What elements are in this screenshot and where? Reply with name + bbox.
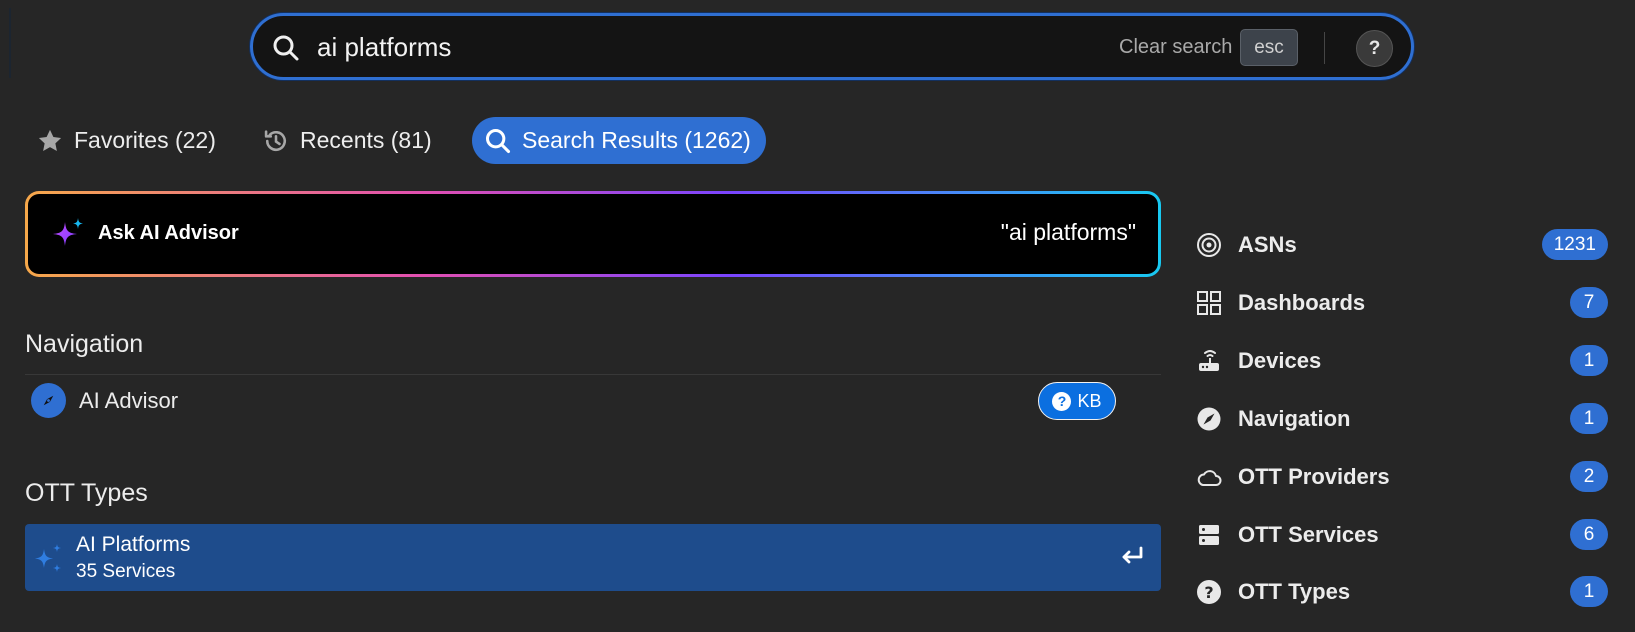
compass-icon bbox=[1197, 407, 1221, 431]
search-icon bbox=[485, 128, 511, 153]
facet-label: OTT Providers bbox=[1238, 464, 1390, 489]
compass-icon bbox=[31, 383, 66, 418]
facet-asns[interactable]: ASNs 1231 bbox=[1196, 222, 1608, 266]
router-icon bbox=[1199, 350, 1219, 371]
facet-dashboards[interactable]: Dashboards 7 bbox=[1196, 280, 1608, 324]
facet-count-badge: 1231 bbox=[1541, 229, 1608, 260]
facet-count-badge: 1 bbox=[1570, 345, 1608, 376]
tab-recents[interactable]: Recents (81) bbox=[256, 117, 456, 164]
ask-ai-advisor-label: Ask AI Advisor bbox=[98, 222, 239, 244]
facet-label: Navigation bbox=[1238, 406, 1351, 431]
section-title-navigation: Navigation bbox=[25, 330, 144, 358]
facet-count-badge: 7 bbox=[1570, 287, 1608, 318]
tab-favorites[interactable]: Favorites (22) bbox=[30, 117, 230, 164]
ai-query-text: "ai platforms" bbox=[1000, 219, 1136, 245]
question-icon: ? bbox=[1197, 580, 1221, 604]
grid-icon bbox=[1197, 291, 1221, 315]
result-item-ai-platforms[interactable]: AI Platforms 35 Services bbox=[25, 524, 1161, 591]
facet-ott-services[interactable]: OTT Services 6 bbox=[1196, 512, 1608, 556]
result-title: AI Platforms bbox=[76, 533, 191, 556]
section-title-ott-types: OTT Types bbox=[25, 479, 148, 507]
result-item-ai-advisor[interactable]: AI Advisor ? KB bbox=[25, 375, 1161, 427]
tab-search-results[interactable]: Search Results (1262) bbox=[472, 117, 766, 164]
facet-ott-providers[interactable]: OTT Providers 2 bbox=[1196, 454, 1608, 498]
facet-ott-types[interactable]: ? OTT Types 1 bbox=[1196, 569, 1608, 613]
search-input[interactable] bbox=[317, 26, 937, 68]
tab-label: Search Results (1262) bbox=[522, 127, 751, 153]
divider bbox=[1324, 32, 1325, 64]
search-icon bbox=[273, 35, 299, 61]
facet-label: ASNs bbox=[1238, 232, 1297, 257]
result-subtitle: 35 Services bbox=[76, 561, 176, 582]
search-bar: Clear search esc ? bbox=[250, 13, 1414, 80]
facet-label: Dashboards bbox=[1238, 290, 1366, 315]
ask-ai-advisor-button[interactable]: Ask AI Advisor "ai platforms" bbox=[25, 191, 1161, 277]
help-icon: ? bbox=[1052, 391, 1072, 411]
history-icon bbox=[264, 129, 286, 151]
sparkles-icon bbox=[35, 544, 61, 572]
facet-count-badge: 2 bbox=[1570, 461, 1608, 492]
sparkle-icon bbox=[53, 218, 83, 246]
clear-search-button[interactable]: Clear search bbox=[1119, 36, 1232, 59]
target-icon bbox=[1197, 233, 1221, 257]
svg-text:?: ? bbox=[1204, 583, 1213, 602]
facet-label: OTT Services bbox=[1238, 522, 1379, 547]
kb-label: KB bbox=[1077, 390, 1102, 411]
facet-count-badge: 6 bbox=[1570, 519, 1608, 550]
help-button[interactable]: ? bbox=[1356, 30, 1393, 67]
enter-icon bbox=[1122, 546, 1143, 564]
facet-count-badge: 1 bbox=[1570, 403, 1608, 434]
facet-label: Devices bbox=[1238, 348, 1322, 373]
tab-label: Favorites (22) bbox=[74, 127, 216, 153]
esc-key-hint: esc bbox=[1240, 29, 1298, 66]
tab-label: Recents (81) bbox=[300, 127, 432, 153]
facet-label: OTT Types bbox=[1238, 579, 1351, 604]
star-icon bbox=[38, 129, 62, 151]
facet-navigation[interactable]: Navigation 1 bbox=[1196, 396, 1608, 440]
kb-badge-button[interactable]: ? KB bbox=[1038, 382, 1116, 420]
cloud-icon bbox=[1197, 470, 1222, 486]
result-label: AI Advisor bbox=[79, 388, 179, 413]
facet-count-badge: 1 bbox=[1570, 576, 1608, 607]
facet-devices[interactable]: Devices 1 bbox=[1196, 338, 1608, 382]
panel-edge bbox=[9, 8, 11, 78]
server-icon bbox=[1199, 525, 1219, 545]
